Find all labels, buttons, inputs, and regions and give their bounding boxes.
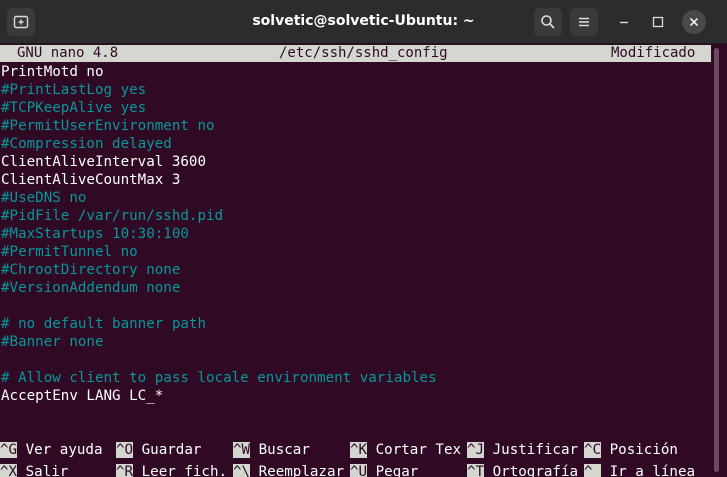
nano-version: GNU nano 4.8 — [17, 45, 119, 61]
editor-line: #ChrootDirectory none — [1, 262, 181, 278]
search-icon — [541, 15, 555, 29]
shortcut-key: ^\ — [233, 464, 251, 477]
shortcut-item: ^_ Ir a línea — [584, 463, 695, 477]
shortcut-item: ^\ Reemplazar — [233, 463, 344, 477]
scrollbar[interactable] — [714, 48, 719, 472]
shortcut-item: ^W Buscar — [233, 441, 310, 459]
nano-header: GNU nano 4.8 /etc/ssh/sshd_config Modifi… — [0, 45, 711, 62]
shortcut-key: ^R — [116, 464, 134, 477]
shortcut-item: ^X Salir — [0, 463, 68, 477]
editor-line: #PermitTunnel no — [1, 244, 138, 260]
shortcut-key: ^G — [0, 442, 18, 458]
shortcut-key: ^X — [0, 464, 18, 477]
editor-line: PrintMotd no — [1, 64, 104, 80]
shortcut-key: ^W — [233, 442, 251, 458]
shortcut-item: ^C Posición — [584, 441, 678, 459]
shortcut-item: ^R Leer fich. — [116, 463, 227, 477]
shortcut-label: Ir a línea — [609, 464, 696, 477]
shortcut-label: Justificar — [492, 442, 579, 458]
editor-line: AcceptEnv LANG LC_* — [1, 388, 164, 404]
shortcut-item: ^J Justificar — [467, 441, 578, 459]
editor-line: # no default banner path — [1, 316, 206, 332]
editor-line: #MaxStartups 10:30:100 — [1, 226, 189, 242]
search-button[interactable] — [534, 8, 562, 36]
editor-line: #UseDNS no — [1, 190, 87, 206]
shortcut-key: ^C — [584, 442, 602, 458]
editor-line: #VersionAddendum none — [1, 280, 181, 296]
editor-line: #PermitUserEnvironment no — [1, 118, 215, 134]
shortcut-key: ^_ — [584, 464, 602, 477]
editor-line: #PidFile /var/run/sshd.pid — [1, 208, 224, 224]
shortcut-label: Salir — [25, 464, 69, 477]
maximize-button[interactable] — [646, 10, 670, 34]
shortcut-label: Reemplazar — [258, 464, 345, 477]
shortcut-label: Leer fich. — [141, 464, 228, 477]
editor-line: #TCPKeepAlive yes — [1, 100, 147, 116]
shortcut-key: ^T — [467, 464, 485, 477]
editor-line: # Allow client to pass locale environmen… — [1, 370, 437, 386]
shortcut-item: ^K Cortar Tex — [350, 441, 461, 459]
editor-line: #Banner none — [1, 334, 104, 350]
shortcut-label: Ver ayuda — [25, 442, 103, 458]
shortcut-label: Guardar — [141, 442, 202, 458]
shortcut-key: ^J — [467, 442, 485, 458]
shortcut-label: Cortar Tex — [375, 442, 462, 458]
minimize-button[interactable] — [612, 10, 636, 34]
terminal-area[interactable]: GNU nano 4.8 /etc/ssh/sshd_config Modifi… — [0, 44, 711, 477]
shortcut-item: ^T Ortografía — [467, 463, 578, 477]
file-name: /etc/ssh/sshd_config — [279, 45, 448, 61]
menu-button[interactable] — [570, 8, 598, 36]
terminal-window: solvetic@solvetic-Ubuntu: ~ GNU nano 4.8… — [0, 0, 727, 477]
maximize-icon — [652, 16, 664, 28]
shortcut-label: Ortografía — [492, 464, 579, 477]
modified-status: Modificado — [611, 45, 696, 61]
shortcut-key: ^O — [116, 442, 134, 458]
shortcut-item: ^U Pegar — [350, 463, 418, 477]
shortcut-label: Buscar — [258, 442, 310, 458]
menu-icon — [579, 17, 589, 27]
title-bar: solvetic@solvetic-Ubuntu: ~ — [0, 0, 727, 44]
close-icon — [689, 17, 699, 27]
shortcut-item: ^O Guardar — [116, 441, 201, 459]
shortcut-label: Pegar — [375, 464, 419, 477]
minimize-icon — [620, 21, 628, 24]
shortcut-item: ^G Ver ayuda — [0, 441, 103, 459]
editor-line: ClientAliveCountMax 3 — [1, 172, 181, 188]
editor-line: #Compression delayed — [1, 136, 172, 152]
close-button[interactable] — [682, 10, 706, 34]
editor-line: ClientAliveInterval 3600 — [1, 154, 206, 170]
shortcut-label: Posición — [609, 442, 678, 458]
shortcut-key: ^K — [350, 442, 368, 458]
shortcut-key: ^U — [350, 464, 368, 477]
editor-line: #PrintLastLog yes — [1, 82, 147, 98]
